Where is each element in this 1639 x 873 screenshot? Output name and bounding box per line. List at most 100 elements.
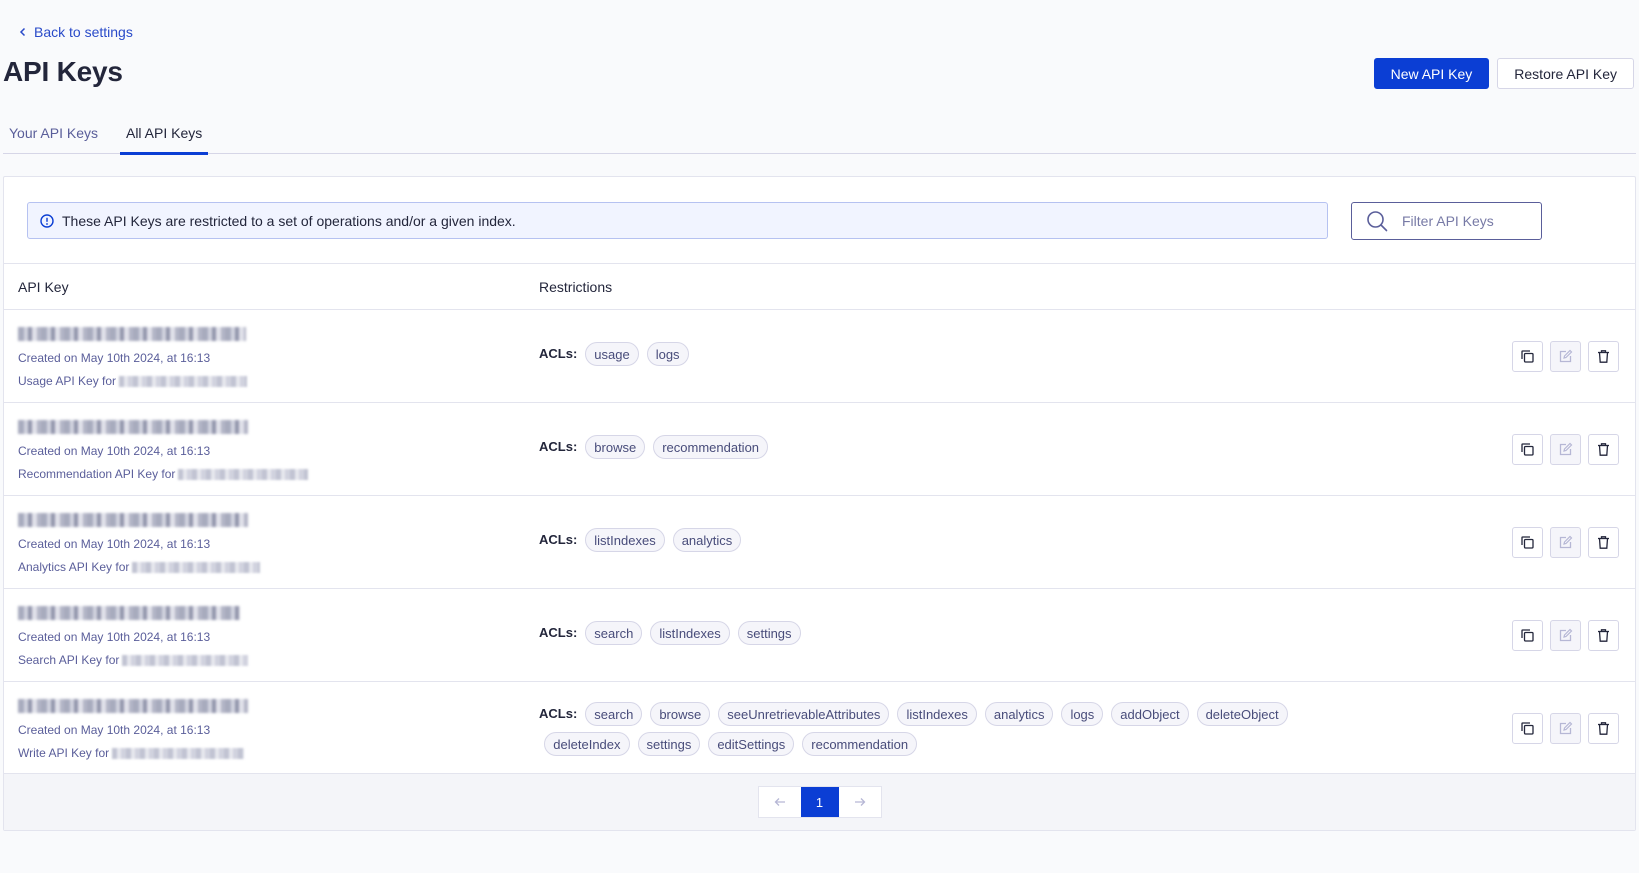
acl-chip: browse <box>585 435 646 459</box>
restore-api-key-button[interactable]: Restore API Key <box>1497 58 1634 89</box>
acl-chip: analytics <box>984 702 1054 726</box>
index-name-redacted <box>132 561 261 573</box>
edit-key-button[interactable] <box>1550 713 1581 744</box>
copy-key-button[interactable] <box>1512 434 1543 465</box>
row-actions <box>1512 713 1619 744</box>
key-description-label: Recommendation API Key for <box>18 467 176 481</box>
back-link-label: Back to settings <box>34 24 133 40</box>
acl-list: ACLs: search browse seeUnretrievableAttr… <box>539 702 1319 756</box>
acl-chip: listIndexes <box>650 621 730 645</box>
acl-label: ACLs: <box>539 346 578 361</box>
trash-icon <box>1598 443 1609 456</box>
column-header-restrictions: Restrictions <box>539 279 613 295</box>
acl-chip: addObject <box>1111 702 1189 726</box>
key-description: Recommendation API Key for <box>18 467 309 481</box>
acl-list: ACLs: listIndexes analytics <box>539 528 1319 552</box>
trash-icon <box>1598 350 1609 363</box>
delete-key-button[interactable] <box>1588 341 1619 372</box>
row-actions <box>1512 434 1619 465</box>
page-number-current[interactable]: 1 <box>800 787 839 817</box>
acl-chip: recommendation <box>802 732 918 756</box>
filter-api-keys-input[interactable] <box>1402 213 1532 229</box>
edit-icon <box>1559 535 1573 549</box>
api-key-value-redacted[interactable] <box>18 420 248 434</box>
info-banner: These API Keys are restricted to a set o… <box>27 202 1328 239</box>
api-key-value-redacted[interactable] <box>18 327 246 341</box>
api-keys-card: These API Keys are restricted to a set o… <box>3 176 1636 831</box>
edit-key-button[interactable] <box>1550 434 1581 465</box>
copy-key-button[interactable] <box>1512 620 1543 651</box>
arrow-left-icon <box>774 798 785 806</box>
trash-icon <box>1598 536 1609 549</box>
acl-chip: analytics <box>672 528 742 552</box>
acl-chip: logs <box>646 342 689 366</box>
acl-chip: settings <box>737 621 801 645</box>
api-key-value-redacted[interactable] <box>18 606 240 620</box>
info-icon <box>40 213 54 228</box>
api-keys-table-body: Created on May 10th 2024, at 16:13 Usage… <box>4 310 1635 775</box>
trash-icon <box>1598 722 1609 735</box>
chevron-left-icon <box>19 27 26 37</box>
acl-list: ACLs: browse recommendation <box>539 435 1319 459</box>
acl-chip: logs <box>1061 702 1104 726</box>
filter-api-keys[interactable] <box>1351 202 1542 240</box>
created-date: Created on May 10th 2024, at 16:13 <box>18 723 211 737</box>
acl-list: ACLs: search listIndexes settings <box>539 621 1319 645</box>
acl-chip: seeUnretrievableAttributes <box>718 702 890 726</box>
edit-icon <box>1559 628 1573 642</box>
table-row: Created on May 10th 2024, at 16:13 Recom… <box>4 403 1635 496</box>
row-actions <box>1512 341 1619 372</box>
created-date: Created on May 10th 2024, at 16:13 <box>18 630 211 644</box>
table-row: Created on May 10th 2024, at 16:13 Searc… <box>4 589 1635 682</box>
tab-all-api-keys[interactable]: All API Keys <box>119 112 209 155</box>
delete-key-button[interactable] <box>1588 434 1619 465</box>
key-description: Usage API Key for <box>18 374 248 388</box>
key-description: Analytics API Key for <box>18 560 261 574</box>
copy-key-button[interactable] <box>1512 341 1543 372</box>
created-date: Created on May 10th 2024, at 16:13 <box>18 444 211 458</box>
api-key-value-redacted[interactable] <box>18 513 248 527</box>
acl-chip: settings <box>637 732 701 756</box>
copy-key-button[interactable] <box>1512 713 1543 744</box>
tab-your-api-keys[interactable]: Your API Keys <box>3 112 104 154</box>
info-banner-text: These API Keys are restricted to a set o… <box>62 212 516 229</box>
acl-chip: usage <box>585 342 639 366</box>
edit-key-button[interactable] <box>1550 620 1581 651</box>
key-description-label: Write API Key for <box>18 746 110 760</box>
acl-chip: recommendation <box>653 435 769 459</box>
copy-icon <box>1521 722 1534 735</box>
column-header-api-key: API Key <box>18 279 69 295</box>
previous-page-button[interactable] <box>759 787 801 817</box>
delete-key-button[interactable] <box>1588 527 1619 558</box>
pagination: 1 <box>757 786 882 818</box>
key-description: Search API Key for <box>18 653 249 667</box>
edit-key-button[interactable] <box>1550 527 1581 558</box>
new-api-key-button[interactable]: New API Key <box>1373 58 1490 89</box>
copy-icon <box>1521 350 1534 363</box>
key-description-label: Search API Key for <box>18 653 120 667</box>
next-page-button[interactable] <box>839 787 881 817</box>
key-description-label: Usage API Key for <box>18 374 117 388</box>
table-header: API Key Restrictions <box>4 263 1635 310</box>
key-description: Write API Key for <box>18 746 245 760</box>
acl-chip: deleteObject <box>1196 702 1288 726</box>
api-key-value-redacted[interactable] <box>18 699 248 713</box>
page-title: API Keys <box>3 56 123 87</box>
acl-list: ACLs: usage logs <box>539 342 1319 366</box>
delete-key-button[interactable] <box>1588 713 1619 744</box>
delete-key-button[interactable] <box>1588 620 1619 651</box>
copy-key-button[interactable] <box>1512 527 1543 558</box>
edit-key-button[interactable] <box>1550 341 1581 372</box>
row-actions <box>1512 527 1619 558</box>
acl-chip: deleteIndex <box>544 732 630 756</box>
edit-icon <box>1559 349 1573 363</box>
index-name-redacted <box>122 654 249 666</box>
acl-label: ACLs: <box>539 625 578 640</box>
copy-icon <box>1521 629 1534 642</box>
tab-bar: Your API Keys All API Keys <box>3 112 1636 155</box>
back-to-settings-link[interactable]: Back to settings <box>18 24 133 40</box>
row-actions <box>1512 620 1619 651</box>
arrow-right-icon <box>854 798 865 806</box>
header-actions: New API Key Restore API Key <box>1373 58 1634 89</box>
acl-chip: listIndexes <box>897 702 977 726</box>
